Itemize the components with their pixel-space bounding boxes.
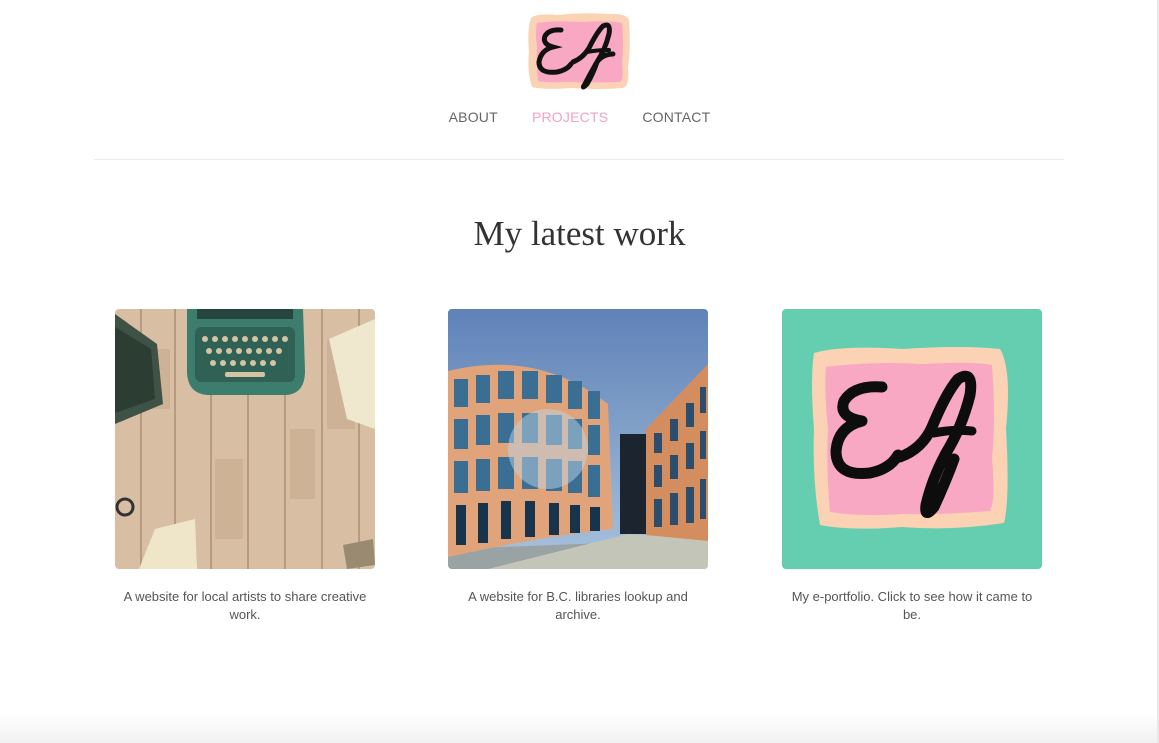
main-nav: ABOUT PROJECTS CONTACT bbox=[0, 108, 1159, 126]
header-divider bbox=[94, 159, 1064, 160]
project-caption: A website for local artists to share cre… bbox=[123, 589, 367, 622]
nav-projects[interactable]: PROJECTS bbox=[532, 108, 608, 126]
project-image-library[interactable] bbox=[448, 309, 708, 569]
site-header: ABOUT PROJECTS CONTACT bbox=[0, 0, 1159, 160]
project-card-portfolio: My e-portfolio. Click to see how it came… bbox=[782, 309, 1042, 624]
project-image-portfolio[interactable] bbox=[782, 309, 1042, 569]
logo-icon bbox=[528, 13, 630, 90]
project-card-libraries: A website for B.C. libraries lookup and … bbox=[448, 309, 708, 624]
project-caption: My e-portfolio. Click to see how it came… bbox=[791, 589, 1033, 622]
bottom-fade bbox=[0, 713, 1159, 743]
page-title: My latest work bbox=[473, 214, 686, 253]
project-card-artists: A website for local artists to share cre… bbox=[115, 309, 375, 624]
nav-contact[interactable]: CONTACT bbox=[642, 108, 710, 126]
page: ABOUT PROJECTS CONTACT My latest work A … bbox=[0, 0, 1159, 743]
project-caption: A website for B.C. libraries lookup and … bbox=[468, 589, 688, 622]
nav-about[interactable]: ABOUT bbox=[449, 108, 498, 126]
project-image-typewriter[interactable] bbox=[115, 309, 375, 569]
